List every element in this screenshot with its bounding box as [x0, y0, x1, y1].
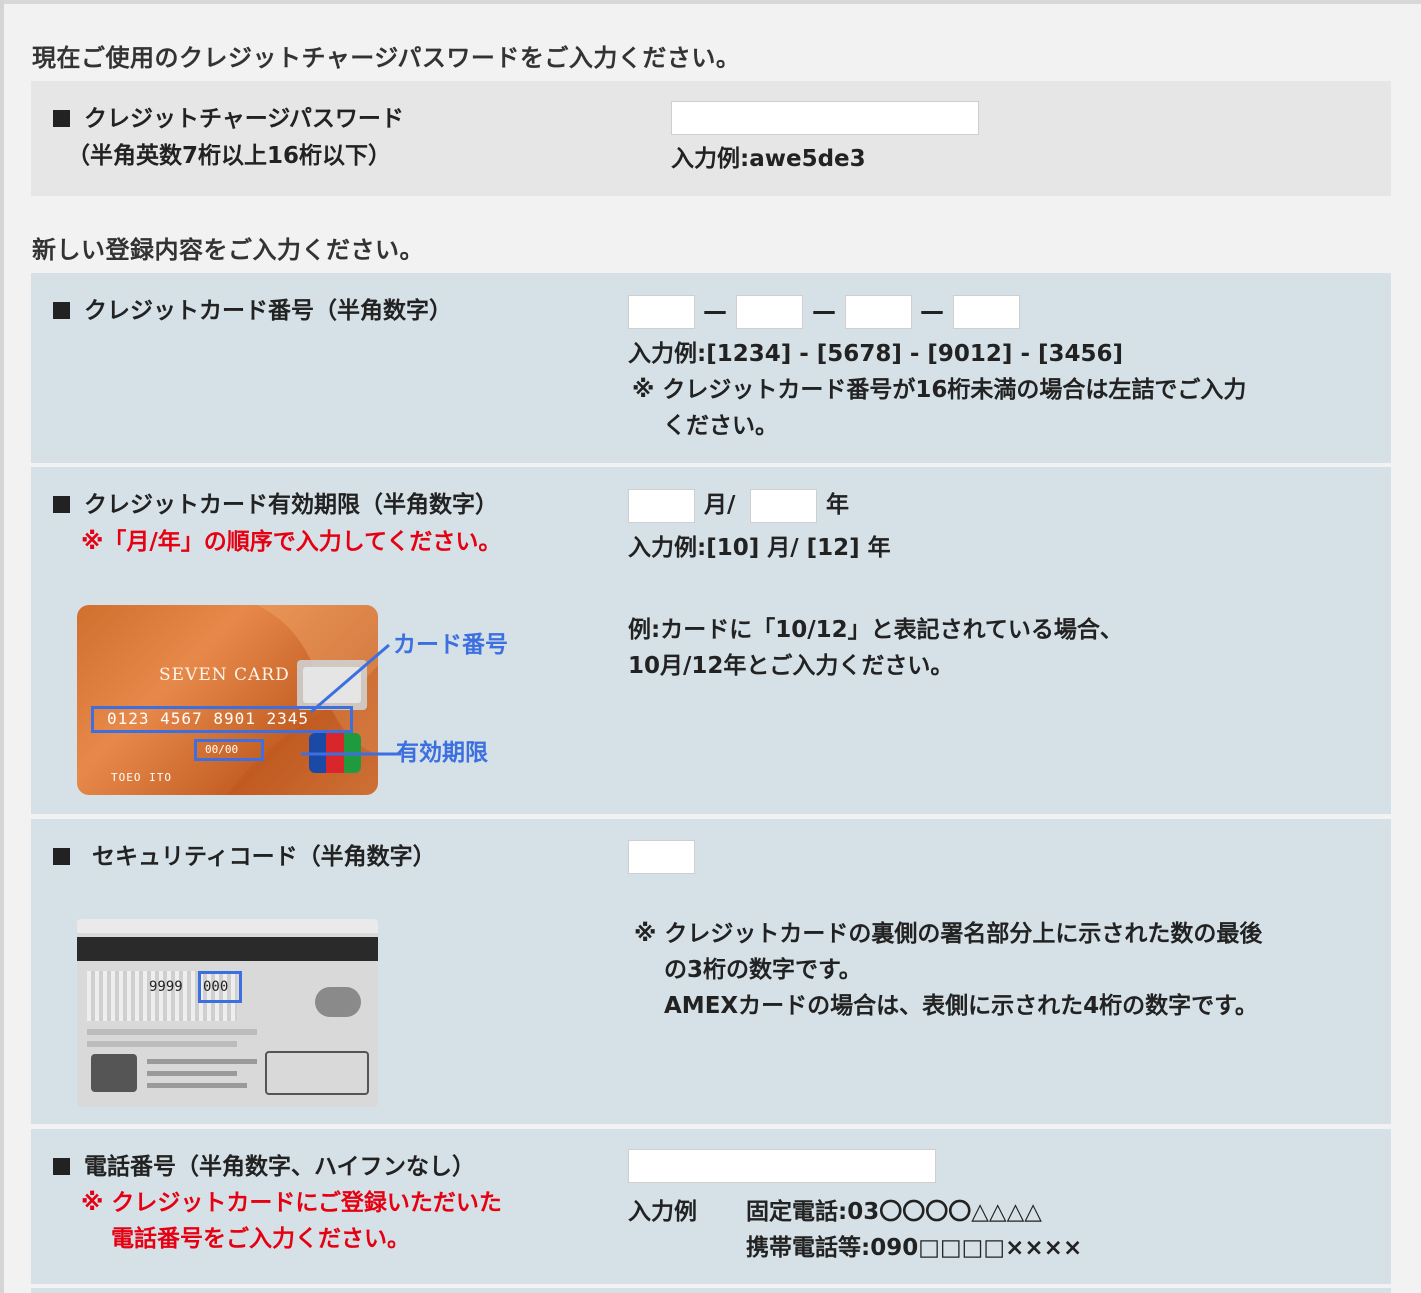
security-note-line1: ※ クレジットカードの裏側の署名部分上に示された数の最後	[634, 921, 1263, 947]
phone-note-line1: ※ クレジットカードにご登録いただいた	[81, 1190, 502, 1216]
card-number-note-line1: ※ クレジットカード番号が16桁未満の場合は左詰でご入力	[632, 377, 1247, 403]
separator-dash: —	[703, 297, 727, 325]
expiry-desc-line1: 例:カードに「10/12」と表記されている場合、	[628, 617, 1123, 643]
password-row: クレジットチャージパスワード （半角英数7桁以上16桁以下） 入力例:awe5d…	[31, 81, 1391, 196]
expiry-highlight-box	[194, 739, 264, 761]
square-bullet-icon	[53, 110, 70, 127]
expiry-label: クレジットカード有効期限（半角数字）	[53, 487, 498, 524]
card-number-label: クレジットカード番号（半角数字）	[53, 293, 452, 330]
left-border	[0, 0, 4, 1293]
card-number-input-4[interactable]	[953, 295, 1020, 329]
card-number-input-3[interactable]	[845, 295, 912, 329]
expiry-month-input[interactable]	[628, 489, 695, 523]
card-number-input-1[interactable]	[628, 295, 695, 329]
expiry-row: クレジットカード有効期限（半角数字） ※「月/年」の順序で入力してください。 月…	[31, 467, 1391, 814]
security-note-line2: の3桁の数字です。	[664, 957, 862, 983]
card-back-image: 9999 000	[77, 919, 378, 1107]
callout-card-number: カード番号	[393, 632, 508, 658]
card-number-input-2[interactable]	[736, 295, 803, 329]
call-center-box	[265, 1051, 369, 1095]
current-password-heading: 現在ご使用のクレジットチャージパスワードをご入力ください。	[32, 44, 741, 72]
password-example: 入力例:awe5de3	[671, 146, 866, 172]
square-bullet-icon	[53, 1158, 70, 1175]
expiry-example: 入力例:[10] 月/ [12] 年	[628, 535, 891, 561]
password-sublabel: （半角英数7桁以上16桁以下）	[67, 143, 392, 169]
separator-dash: —	[812, 297, 836, 325]
next-row-edge	[31, 1288, 1391, 1293]
security-label: セキュリティコード（半角数字）	[53, 839, 436, 876]
phone-note-line2: 電話番号をご入力ください。	[111, 1226, 410, 1252]
top-border	[0, 0, 1421, 4]
square-bullet-icon	[53, 302, 70, 319]
phone-example-mobile: 携帯電話等:090□□□□××××	[746, 1235, 1083, 1261]
phone-input[interactable]	[628, 1149, 936, 1183]
expiry-desc-line2: 10月/12年とご入力ください。	[628, 653, 954, 679]
square-bullet-icon	[53, 848, 70, 865]
card-brand: SEVEN CARD	[159, 665, 290, 685]
security-code-input[interactable]	[628, 840, 695, 874]
month-suffix: 月/	[704, 492, 736, 518]
new-info-heading: 新しい登録内容をご入力ください。	[32, 236, 424, 264]
security-row: セキュリティコード（半角数字） ※ クレジットカードの裏側の署名部分上に示された…	[31, 819, 1391, 1124]
expiry-year-input[interactable]	[750, 489, 817, 523]
password-input[interactable]	[671, 101, 979, 135]
company-logo	[91, 1054, 137, 1092]
separator-dash: —	[920, 297, 944, 325]
phone-example-fixed: 固定電話:03〇〇〇〇△△△△	[746, 1199, 1042, 1225]
phone-row: 電話番号（半角数字、ハイフンなし） ※ クレジットカードにご登録いただいた 電話…	[31, 1129, 1391, 1284]
square-bullet-icon	[53, 496, 70, 513]
signature-digits: 9999	[149, 979, 183, 995]
phone-example-label: 入力例	[628, 1199, 697, 1225]
security-note-line3: AMEXカードの場合は、表側に示された4桁の数字です。	[664, 993, 1258, 1019]
callout-expiry: 有効期限	[396, 740, 488, 766]
magnetic-stripe	[77, 937, 378, 961]
card-number-example: 入力例:[1234] - [5678] - [9012] - [3456]	[628, 341, 1124, 367]
password-label: クレジットチャージパスワード	[53, 101, 404, 138]
expiry-order-note: ※「月/年」の順序で入力してください。	[81, 529, 502, 555]
phone-label: 電話番号（半角数字、ハイフンなし）	[53, 1149, 475, 1186]
card-brand-logo	[315, 987, 361, 1017]
security-code-highlight-box	[198, 971, 242, 1003]
year-suffix: 年	[826, 492, 849, 518]
card-holder-text: TOEO ITO	[111, 771, 172, 784]
card-number-note-line2: ください。	[663, 413, 778, 439]
card-number-row: クレジットカード番号（半角数字） — — — 入力例:[1234] - [567…	[31, 273, 1391, 463]
